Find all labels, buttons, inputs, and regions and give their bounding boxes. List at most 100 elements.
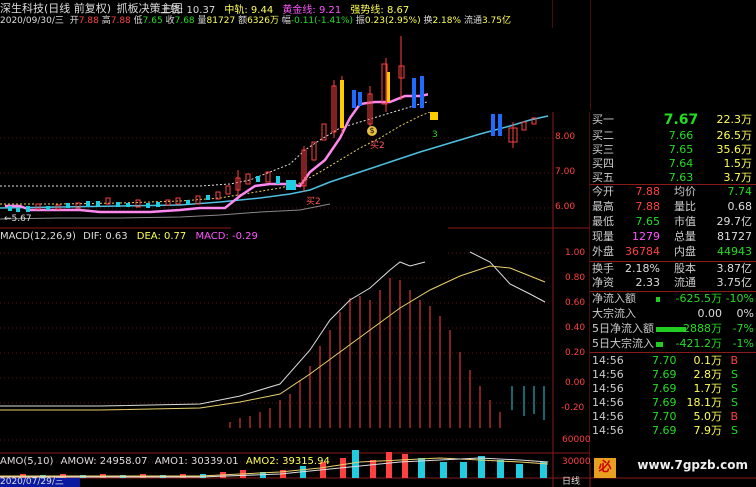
vol-value: 81727 (206, 16, 236, 26)
macd-legend: MACD(12,26,9) DIF: 0.63 DEA: 0.77 MACD: … (0, 231, 258, 242)
dif-line (0, 261, 426, 407)
float-value: 3.75亿 (481, 16, 511, 26)
macd-name[interactable]: MACD(12,26,9) (0, 231, 76, 242)
amt-value: 6326万 (247, 16, 279, 26)
flow-pct: 0% (736, 307, 754, 320)
macd-tick-1: 0.80 (565, 273, 586, 283)
stat-label: 股本 (674, 262, 696, 275)
dea-line (0, 265, 546, 411)
low-price-marker: ←5.67 (4, 214, 32, 224)
stat-label: 净资 (592, 276, 614, 289)
macd-tick-4: 0.20 (565, 348, 586, 358)
tick-price: 7.70 (652, 354, 677, 367)
flow-label: 净流入额 (592, 292, 636, 305)
tick-volume: 2.8万 (693, 368, 723, 381)
open-key: 开 (69, 16, 79, 26)
strong-line (5, 92, 431, 214)
amp-key: 振 (355, 16, 365, 26)
tick-row: 14:56 7.69 2.8万 S (590, 368, 756, 382)
flow-row: 5日净流入额 -2888万 -7% (590, 322, 756, 336)
flow-row: 5日大宗流入 -421.2万 -1% (590, 337, 756, 351)
stat-value: 0.68 (727, 200, 753, 213)
macd-value: MACD: -0.29 (195, 231, 258, 242)
low-value: 7.65 (142, 16, 163, 26)
flow-bar (656, 342, 663, 347)
flow-row: 净流入额 -625.5万 -10% (590, 292, 756, 306)
tick-volume: 18.1万 (686, 396, 723, 409)
flow-value: -625.5万 (675, 292, 722, 305)
tick-price: 7.69 (652, 368, 677, 381)
flow-value: -421.2万 (675, 337, 722, 350)
float-key: 流通 (463, 16, 482, 26)
close-value: 7.68 (174, 16, 195, 26)
stat-label: 今开 (592, 185, 614, 198)
macd-tick-5: 0.00 (565, 378, 586, 388)
flow-value: -2888万 (679, 322, 722, 335)
tick-side: S (731, 382, 738, 395)
stat-value: 3.87亿 (716, 262, 753, 275)
flow-pct: -1% (732, 337, 754, 350)
stats-row: 净资 2.33 流通 3.75亿 (590, 276, 756, 290)
tick-row: 14:56 7.69 1.7万 S (590, 382, 756, 396)
flow-bar (656, 297, 660, 302)
vol-tick-1: 30000 (562, 457, 591, 467)
macd-tick-3: 0.40 (565, 323, 586, 333)
stat-label: 均价 (674, 185, 696, 198)
stats-row: 最高 7.88 量比 0.68 (590, 200, 756, 214)
stats-row: 最低 7.65 市值 29.7亿 (590, 215, 756, 229)
tick-price: 7.69 (652, 396, 677, 409)
watermark-text: www.7gpzb.com (637, 458, 748, 472)
stat-label: 内盘 (674, 245, 696, 258)
amp-value: 0.23(2.95%) (364, 16, 421, 26)
macd-dea: DEA: 0.77 (136, 231, 187, 242)
stat-value: 7.65 (635, 215, 661, 228)
vol-tick-0: 60000 (562, 435, 591, 445)
buy-signal-label: 买2 (306, 197, 321, 207)
tick-row: 14:56 7.70 0.1万 B (590, 354, 756, 368)
chg-value: -0.11(-1.41%) (290, 16, 354, 26)
stat-value: 7.74 (727, 185, 753, 198)
amo-1: AMO1: 30339.01 (154, 456, 239, 467)
vol-key: 量 (197, 16, 207, 26)
close-key: 收 (165, 16, 175, 26)
stat-label: 总量 (674, 230, 696, 243)
stats-row: 现量 1279 总量 81727 (590, 230, 756, 244)
tick-side: S (731, 396, 738, 409)
macd-tick-6: -0.20 (561, 403, 585, 413)
stat-value: 36784 (625, 245, 660, 258)
y-tick-800: 8.00 (555, 132, 576, 142)
amo-2: AMO2: 39315.94 (245, 456, 330, 467)
bid-price: 7.67 (663, 112, 699, 128)
period-label[interactable]: 日线 (562, 478, 580, 487)
tick-time: 14:56 (592, 368, 624, 381)
amo-name[interactable]: AMO(5,10) (0, 456, 53, 467)
date-label: 2020/09/30/三 (0, 16, 64, 26)
stat-label: 现量 (592, 230, 614, 243)
tick-volume: 1.7万 (693, 382, 723, 395)
ohlc-info: 2020/09/30/三 开7.88 高7.88 低7.65 收7.68 量81… (0, 13, 511, 26)
stat-value: 1279 (632, 230, 660, 243)
flow-row: 大宗流入 0.00 0% (590, 307, 756, 321)
tick-volume: 0.1万 (693, 354, 723, 367)
tick-row: 14:56 7.69 18.1万 S (590, 396, 756, 410)
macd-dif: DIF: 0.63 (83, 231, 128, 242)
high-key: 高 (101, 16, 111, 26)
tick-price: 7.69 (652, 382, 677, 395)
flow-pct: -10% (725, 292, 754, 305)
buy-signal-label-2: 买2 (370, 141, 385, 151)
open-value: 7.88 (78, 16, 99, 26)
turn-value: 2.18% (432, 16, 462, 26)
amo-legend: AMO(5,10) AMOW: 24958.07 AMO1: 30339.01 … (0, 456, 330, 467)
flow-label: 5日净流入额 (592, 322, 654, 335)
money-bag-icon: $ (367, 126, 377, 136)
bottom-date: 2020/07/29/三 (0, 478, 80, 487)
stat-value: 44943 (717, 245, 752, 258)
bid-label: 买一 (592, 113, 614, 126)
amo-w: AMOW: 24958.07 (60, 456, 148, 467)
tick-time: 14:56 (592, 382, 624, 395)
stats-row: 外盘 36784 内盘 44943 (590, 245, 756, 259)
stat-value: 7.88 (635, 185, 661, 198)
stat-label: 市值 (674, 215, 696, 228)
tick-volume: 5.0万 (693, 410, 723, 423)
signal-3-label: 3 (432, 130, 438, 140)
